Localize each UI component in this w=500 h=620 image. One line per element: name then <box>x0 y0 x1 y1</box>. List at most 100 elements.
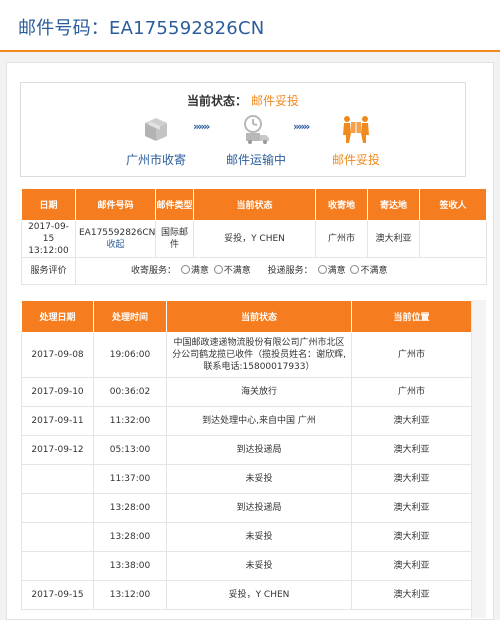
col-header-location: 当前位置 <box>351 300 472 333</box>
track-status: 中国邮政速递物流股份有限公司广州市北区分公司鹤龙揽已收件（揽投员姓名：谢欣辉,联… <box>166 332 352 378</box>
track-time: 00:36:02 <box>93 377 167 407</box>
mail-date: 2017-09-15 13:12:00 <box>21 220 76 258</box>
track-time: 19:06:00 <box>93 332 167 378</box>
col-header-signer: 签收人 <box>419 188 487 221</box>
current-status-label: 当前状态： <box>186 94 247 108</box>
col-header-mail-number: 邮件号码 <box>75 188 156 221</box>
col-header-origin: 收寄地 <box>315 188 368 221</box>
table-row: 13:28:00 到达投递局 澳大利亚 <box>21 493 472 523</box>
transport-icon <box>244 115 269 144</box>
step-collected: 广州市收寄 <box>111 113 201 168</box>
track-date: 2017-09-12 <box>21 435 94 465</box>
pickup-satisfied-label: 满意 <box>190 266 209 276</box>
mail-signer <box>419 220 487 258</box>
collapse-link[interactable]: 收起 <box>106 240 124 250</box>
track-time: 13:12:00 <box>93 580 167 610</box>
pickup-rating-label: 收寄服务： <box>131 266 177 276</box>
current-status: 当前状态： 邮件妥投 <box>21 92 465 109</box>
track-status: 到达处理中心,来自中国 广州 <box>166 406 352 436</box>
pickup-satisfied-radio[interactable] <box>180 265 190 274</box>
col-header-destination: 寄达地 <box>367 188 420 221</box>
step-delivered: 邮件妥投 <box>311 113 401 168</box>
delivery-rating: 投递服务： 满意 不满意 <box>267 265 388 276</box>
track-date: 2017-09-11 <box>21 406 94 436</box>
track-status: 妥投，Y CHEN <box>166 580 352 610</box>
table-row: 2017-09-10 00:36:02 海关放行 广州市 <box>21 377 472 407</box>
package-icon <box>145 118 167 141</box>
col-header-track-status: 当前状态 <box>166 300 352 333</box>
step-in-transit: 邮件运输中 <box>211 113 301 168</box>
delivery-unsatisfied-radio[interactable] <box>350 265 360 274</box>
service-evaluation-row: 服务评价 收寄服务： 满意 不满意 投递服务： 满意 不满意 <box>21 257 487 285</box>
track-location: 澳大利亚 <box>351 522 472 552</box>
track-time: 13:28:00 <box>93 522 167 552</box>
track-time: 11:32:00 <box>93 406 167 436</box>
table-row: 13:28:00 未妥投 澳大利亚 <box>21 522 472 552</box>
service-evaluation-options: 收寄服务： 满意 不满意 投递服务： 满意 不满意 <box>75 257 487 285</box>
delivery-satisfied-label: 满意 <box>327 266 346 276</box>
track-location: 广州市 <box>351 332 472 378</box>
col-header-mail-type: 邮件类型 <box>155 188 194 221</box>
delivery-satisfied-radio[interactable] <box>317 265 327 274</box>
mail-status: 妥投，Y CHEN <box>193 220 316 258</box>
track-location: 广州市 <box>351 377 472 407</box>
table-row: 11:37:00 未妥投 澳大利亚 <box>21 464 472 494</box>
scrollbar[interactable] <box>471 300 486 618</box>
mail-number: EA175592826CN <box>79 228 156 238</box>
page-title: 邮件号码：EA175592826CN <box>18 18 265 39</box>
col-header-status: 当前状态 <box>193 188 316 221</box>
track-date: 2017-09-10 <box>21 377 94 407</box>
mail-destination: 澳大利亚 <box>367 220 420 258</box>
page-header: 邮件号码：EA175592826CN <box>0 0 500 52</box>
mail-origin: 广州市 <box>315 220 368 258</box>
col-header-process-date: 处理日期 <box>21 300 94 333</box>
track-status: 海关放行 <box>166 377 352 407</box>
track-date <box>21 493 94 523</box>
pickup-rating: 收寄服务： 满意 不满意 <box>131 265 254 276</box>
delivery-unsatisfied-label: 不满意 <box>360 266 388 276</box>
pickup-unsatisfied-label: 不满意 <box>223 266 251 276</box>
table-row: 2017-09-15 13:12:00 妥投，Y CHEN 澳大利亚 <box>21 580 472 610</box>
track-location: 澳大利亚 <box>351 435 472 465</box>
step-collected-label: 广州市收寄 <box>125 153 186 167</box>
step-arrow: »»» <box>293 120 310 133</box>
track-date <box>21 551 94 581</box>
table-row: 2017-09-15 13:12:00 EA175592826CN 收起 国际邮… <box>21 220 487 258</box>
track-status: 到达投递局 <box>166 435 352 465</box>
track-date <box>21 522 94 552</box>
mail-info-table: 日期 邮件号码 邮件类型 当前状态 收寄地 寄达地 签收人 2017-09-15… <box>21 188 487 285</box>
track-date: 2017-09-08 <box>21 332 94 378</box>
track-time: 13:38:00 <box>93 551 167 581</box>
track-status: 未妥投 <box>166 522 352 552</box>
service-evaluation-label: 服务评价 <box>21 257 76 285</box>
mail-number-cell: EA175592826CN 收起 <box>75 220 156 258</box>
track-location: 澳大利亚 <box>351 580 472 610</box>
track-location: 澳大利亚 <box>351 464 472 494</box>
track-status: 到达投递局 <box>166 493 352 523</box>
table-row: 13:38:00 未妥投 澳大利亚 <box>21 551 472 581</box>
table-row: 2017-09-08 19:06:00 中国邮政速递物流股份有限公司广州市北区分… <box>21 332 472 378</box>
track-date: 2017-09-15 <box>21 580 94 610</box>
current-status-value: 邮件妥投 <box>251 94 300 108</box>
step-arrow: »»» <box>193 120 210 133</box>
pickup-unsatisfied-radio[interactable] <box>213 265 223 274</box>
delivery-rating-label: 投递服务： <box>267 266 313 276</box>
track-time: 05:13:00 <box>93 435 167 465</box>
track-time: 11:37:00 <box>93 464 167 494</box>
col-header-date: 日期 <box>21 188 76 221</box>
table-row: 2017-09-12 05:13:00 到达投递局 澳大利亚 <box>21 435 472 465</box>
track-status: 未妥投 <box>166 464 352 494</box>
track-location: 澳大利亚 <box>351 551 472 581</box>
step-delivered-label: 邮件妥投 <box>331 153 380 167</box>
tracking-table: 处理日期 处理时间 当前状态 当前位置 2017-09-08 19:06:00 … <box>21 300 472 610</box>
col-header-process-time: 处理时间 <box>93 300 167 333</box>
track-location: 澳大利亚 <box>351 406 472 436</box>
mail-type: 国际邮件 <box>155 220 194 258</box>
track-location: 澳大利亚 <box>351 493 472 523</box>
track-time: 13:28:00 <box>93 493 167 523</box>
table-row: 2017-09-11 11:32:00 到达处理中心,来自中国 广州 澳大利亚 <box>21 406 472 436</box>
step-in-transit-label: 邮件运输中 <box>225 153 286 167</box>
track-date <box>21 464 94 494</box>
delivered-icon <box>343 116 369 143</box>
track-status: 未妥投 <box>166 551 352 581</box>
